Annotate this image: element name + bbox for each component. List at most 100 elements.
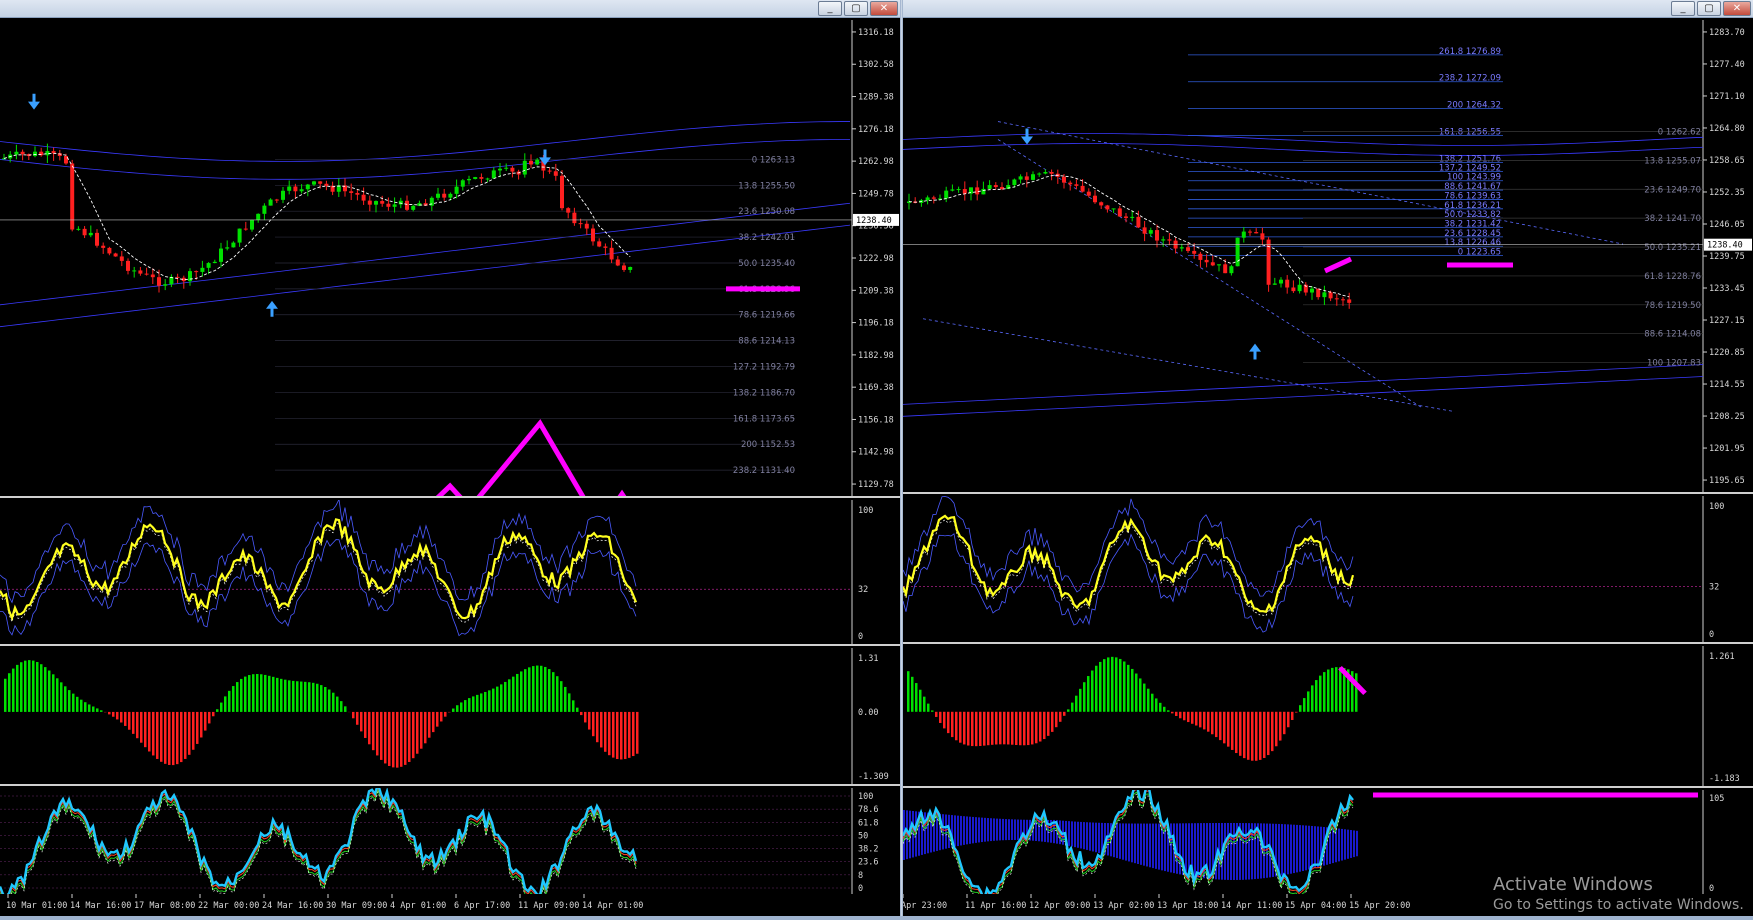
- positive-histogram-bar: [1127, 664, 1130, 712]
- bear-candle: [1062, 176, 1066, 183]
- positive-histogram-bar: [1355, 673, 1358, 712]
- positive-histogram-bar: [344, 706, 347, 712]
- negative-histogram-bar: [436, 711, 439, 727]
- oscillator-line: [0, 518, 638, 622]
- negative-histogram-bar: [1275, 711, 1278, 747]
- channel-line: [997, 139, 1424, 409]
- stochastic-fill-bar: [1119, 823, 1121, 859]
- negative-histogram-bar: [1255, 711, 1258, 761]
- negative-histogram-bar: [628, 711, 631, 758]
- positive-histogram-bar: [44, 667, 47, 712]
- negative-histogram-bar: [408, 711, 411, 762]
- left-chart-window[interactable]: _ ▢ ✕ 1316.18 1302.58 1289.38 1276.18 1262.9…: [0, 0, 900, 920]
- positive-histogram-bar: [552, 672, 555, 712]
- bull-candle: [231, 242, 236, 248]
- left-oscillator-panel[interactable]: 100 32 0: [0, 500, 900, 646]
- bear-candle: [442, 193, 447, 198]
- stochastic-fill-bar: [1233, 822, 1235, 880]
- positive-histogram-bar: [476, 694, 479, 712]
- bear-candle: [144, 273, 149, 275]
- bear-candle: [578, 223, 583, 225]
- positive-histogram-bar: [8, 673, 11, 712]
- time-axis-label: 15 Apr 20:00: [1349, 901, 1410, 911]
- right-chart-window[interactable]: _ ▢ ✕ 1283.70 1277.40 1271.10 1264.80 1258.6…: [903, 0, 1753, 920]
- bear-candle: [993, 185, 998, 188]
- maximize-button[interactable]: ▢: [1697, 1, 1721, 16]
- negative-histogram-bar: [632, 711, 635, 757]
- stochastic-fill-bar: [1263, 823, 1265, 879]
- bear-candle: [622, 265, 626, 270]
- close-button[interactable]: ✕: [1723, 1, 1751, 16]
- negative-histogram-bar: [1227, 711, 1230, 747]
- bear-candle: [157, 277, 161, 286]
- left-time-axis: 10 Mar 01:00 14 Mar 16:00 17 Mar 08:00 22 M…: [0, 894, 900, 916]
- bull-candle: [981, 188, 986, 195]
- right-oscillator-panel[interactable]: 100 32 0: [903, 496, 1753, 644]
- bull-candle: [448, 193, 453, 198]
- time-axis-label: 10 Mar 01:00: [6, 901, 67, 911]
- maximize-button[interactable]: ▢: [844, 1, 868, 16]
- stochastic-fill-bar: [996, 818, 998, 841]
- positive-histogram-bar: [36, 661, 39, 712]
- envelope-band: [0, 224, 851, 328]
- bear-candle: [1186, 247, 1190, 251]
- bear-candle: [1328, 292, 1333, 299]
- histogram-axis-label: 0.00: [858, 707, 878, 717]
- price-axis-label: 1169.38: [858, 382, 894, 392]
- positive-histogram-bar: [336, 696, 339, 712]
- bear-candle: [1099, 202, 1104, 206]
- negative-histogram-bar: [364, 711, 367, 738]
- left-stochastic-panel[interactable]: 100 78.6 61.8 50 38.2 23.6 8 0: [0, 788, 900, 894]
- left-histogram-panel[interactable]: 1.31 0.00 -1.309: [0, 648, 900, 786]
- negative-histogram-bar: [983, 711, 986, 746]
- histogram-axis-label: 1.261: [1709, 651, 1735, 661]
- bear-candle: [597, 241, 602, 247]
- bull-candle: [392, 204, 397, 207]
- right-price-panel[interactable]: 1283.70 1277.40 1271.10 1264.80 1258.65 1252.…: [903, 20, 1753, 494]
- fib-retracement-label: 0 1262.62: [1658, 127, 1701, 137]
- positive-histogram-bar: [1335, 667, 1338, 712]
- price-axis-label: 1208.25: [1709, 411, 1745, 421]
- buy-arrow-icon: [1249, 343, 1261, 360]
- price-axis-label: 1196.18: [858, 318, 894, 328]
- stochastic-fill-bar: [993, 818, 995, 841]
- bull-candle: [219, 248, 223, 262]
- bear-candle: [1198, 253, 1203, 260]
- minimize-button[interactable]: _: [818, 1, 842, 16]
- stochastic-fill-bar: [978, 817, 980, 843]
- positive-histogram-bar: [84, 702, 87, 712]
- envelope-band: [903, 376, 1704, 417]
- left-price-panel[interactable]: 1316.18 1302.58 1289.38 1276.18 1262.98 1249.…: [0, 20, 900, 498]
- time-axis-label: 14 Apr 01:00: [582, 901, 643, 911]
- negative-histogram-bar: [939, 711, 942, 723]
- minimize-button[interactable]: _: [1671, 1, 1695, 16]
- positive-histogram-bar: [548, 669, 551, 712]
- right-histogram-panel[interactable]: 1.261 -1.183: [903, 646, 1753, 788]
- negative-histogram-bar: [1039, 711, 1042, 742]
- bull-candle: [950, 189, 955, 191]
- fib-level-label: 200 1152.53: [741, 439, 795, 449]
- stochastic-fill-bar: [1140, 823, 1142, 865]
- stochastic-fill-bar: [1083, 822, 1085, 850]
- negative-histogram-bar: [144, 711, 147, 748]
- positive-histogram-bar: [324, 687, 327, 712]
- bull-candle: [944, 190, 949, 199]
- bear-candle: [1080, 185, 1085, 192]
- annotation-zigzag: [435, 418, 627, 496]
- positive-histogram-bar: [1163, 706, 1166, 712]
- envelope-band: [903, 143, 1704, 156]
- positive-histogram-bar: [88, 704, 91, 712]
- negative-histogram-bar: [188, 711, 191, 755]
- positive-histogram-bar: [496, 686, 499, 712]
- price-axis-label: 1258.65: [1709, 155, 1745, 165]
- close-button[interactable]: ✕: [870, 1, 898, 16]
- negative-histogram-bar: [584, 711, 587, 723]
- negative-histogram-bar: [180, 711, 183, 763]
- positive-histogram-bar: [32, 660, 35, 712]
- time-axis-label: 17 Mar 08:00: [134, 901, 195, 911]
- envelope-band: [0, 121, 850, 162]
- positive-histogram-bar: [556, 676, 559, 712]
- time-axis-label: Apr 23:00: [903, 901, 947, 911]
- positive-histogram-bar: [1327, 669, 1330, 712]
- positive-histogram-bar: [1307, 691, 1310, 712]
